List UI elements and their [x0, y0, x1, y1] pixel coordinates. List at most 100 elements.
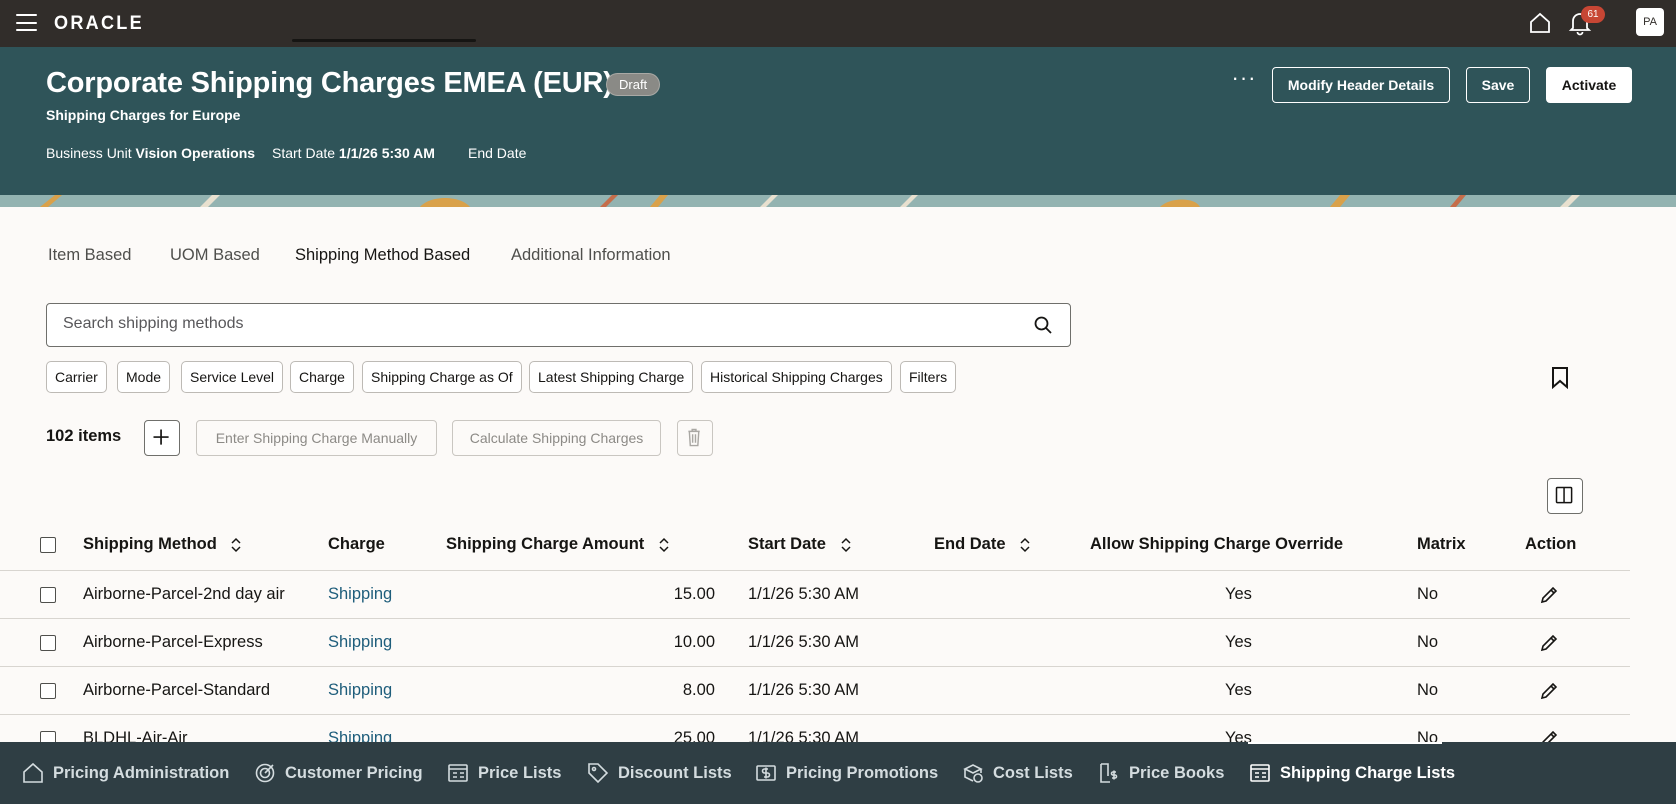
search-icon[interactable] — [1033, 315, 1053, 335]
business-unit-label: Business Unit — [46, 145, 132, 161]
promotion-icon — [756, 765, 776, 781]
nav-discount-lists[interactable]: Discount Lists — [587, 742, 732, 804]
matrix-cell: No — [1417, 585, 1439, 603]
nav-label: Price Books — [1129, 763, 1225, 782]
more-actions-button[interactable]: ··· — [1230, 67, 1258, 95]
nav-label: Discount Lists — [618, 763, 732, 782]
activate-button[interactable]: Activate — [1546, 67, 1632, 103]
modify-header-button[interactable]: Modify Header Details — [1272, 67, 1450, 103]
sort-icon[interactable] — [231, 537, 241, 553]
column-header-end-date[interactable]: End Date — [934, 535, 1030, 554]
row-checkbox[interactable] — [40, 635, 56, 651]
matrix-cell: No — [1417, 633, 1439, 651]
start-date-cell: 1/1/26 5:30 AM — [748, 681, 859, 699]
amount-cell: 15.00 — [673, 585, 715, 603]
nav-label: Shipping Charge Lists — [1280, 763, 1456, 782]
nav-pricing-administration[interactable]: Pricing Administration — [22, 742, 229, 804]
end-date: End Date — [468, 145, 526, 161]
nav-pricing-promotions[interactable]: Pricing Promotions — [755, 742, 938, 804]
table-row[interactable]: Airborne-Parcel-Standard Shipping 8.00 1… — [0, 667, 1630, 715]
global-header: ORACLE 61 PA — [0, 0, 1676, 47]
filter-charge[interactable]: Charge — [290, 361, 354, 393]
row-checkbox[interactable] — [40, 587, 56, 603]
nav-label: Customer Pricing — [285, 763, 423, 782]
save-button[interactable]: Save — [1466, 67, 1530, 103]
tab-additional-information[interactable]: Additional Information — [511, 246, 671, 265]
tab-uom-based[interactable]: UOM Based — [170, 246, 260, 265]
start-date-value: 1/1/26 5:30 AM — [338, 145, 435, 161]
row-checkbox[interactable] — [40, 683, 56, 699]
column-header-charge: Charge — [328, 535, 385, 553]
avatar[interactable]: PA — [1636, 8, 1664, 36]
column-header-action: Action — [1525, 535, 1577, 553]
page-header: Corporate Shipping Charges EMEA (EUR) Dr… — [0, 47, 1676, 195]
enter-shipping-charge-manually-button[interactable]: Enter Shipping Charge Manually — [196, 420, 437, 456]
price-book-icon — [1100, 763, 1118, 783]
override-cell: Yes — [1225, 585, 1252, 603]
trash-icon — [688, 428, 700, 447]
nav-price-books[interactable]: Price Books — [1098, 742, 1224, 804]
table-header: Shipping Method Charge Shipping Charge A… — [0, 520, 1630, 571]
tab-shipping-method-based[interactable]: Shipping Method Based — [295, 246, 470, 265]
column-header-shipping-method[interactable]: Shipping Method — [83, 535, 241, 554]
nav-customer-pricing[interactable]: Customer Pricing — [254, 742, 423, 804]
nav-shipping-charge-lists[interactable]: Shipping Charge Lists — [1249, 742, 1455, 804]
home-icon — [23, 762, 43, 783]
column-header-start-date[interactable]: Start Date — [748, 535, 851, 554]
override-cell: Yes — [1225, 633, 1252, 651]
bookmark-icon[interactable] — [1551, 367, 1569, 389]
filter-latest-shipping-charge[interactable]: Latest Shipping Charge — [529, 361, 694, 393]
tab-item-based[interactable]: Item Based — [48, 246, 131, 265]
table-row[interactable]: Airborne-Parcel-Express Shipping 10.00 1… — [0, 619, 1630, 667]
column-layout-button[interactable] — [1547, 478, 1583, 514]
filter-service-level[interactable]: Service Level — [181, 361, 284, 393]
column-header-allow-override: Allow Shipping Charge Override — [1090, 535, 1344, 553]
sort-icon[interactable] — [841, 537, 851, 553]
edit-icon[interactable] — [1539, 681, 1559, 701]
nav-label: Cost Lists — [993, 763, 1073, 782]
start-date: Start Date 1/1/26 5:30 AM — [272, 145, 435, 161]
plus-icon — [153, 429, 169, 445]
column-header-label: Start Date — [748, 535, 826, 553]
amount-cell: 8.00 — [682, 681, 715, 699]
calculate-shipping-charges-button[interactable]: Calculate Shipping Charges — [452, 420, 661, 456]
matrix-cell: No — [1417, 681, 1439, 699]
charge-link[interactable]: Shipping — [328, 633, 392, 652]
charge-link[interactable]: Shipping — [328, 681, 392, 700]
menu-icon[interactable] — [16, 14, 37, 31]
table-row[interactable]: Airborne-Parcel-2nd day air Shipping 15.… — [0, 571, 1630, 619]
sort-icon[interactable] — [1020, 537, 1030, 553]
add-button[interactable] — [144, 420, 180, 456]
active-tab-indicator — [292, 39, 476, 42]
start-date-cell: 1/1/26 5:30 AM — [748, 633, 859, 651]
column-header-label: Shipping Charge Amount — [446, 535, 645, 553]
filter-historical-shipping-charges[interactable]: Historical Shipping Charges — [701, 361, 892, 393]
decorative-banner — [0, 195, 1676, 207]
edit-icon[interactable] — [1539, 585, 1559, 605]
column-header-label: End Date — [934, 535, 1006, 553]
active-nav-indicator — [1248, 742, 1442, 744]
column-header-amount[interactable]: Shipping Charge Amount — [446, 535, 669, 554]
page-title: Corporate Shipping Charges EMEA (EUR) — [46, 67, 613, 99]
end-date-label: End Date — [468, 145, 527, 161]
delete-button[interactable] — [677, 420, 713, 456]
nav-cost-lists[interactable]: Cost Lists — [962, 742, 1073, 804]
search-box — [46, 303, 1071, 347]
filter-mode[interactable]: Mode — [117, 361, 171, 393]
filter-filters[interactable]: Filters — [900, 361, 957, 393]
nav-label: Pricing Promotions — [786, 763, 939, 782]
override-cell: Yes — [1225, 681, 1252, 699]
nav-price-lists[interactable]: Price Lists — [447, 742, 561, 804]
edit-icon[interactable] — [1539, 633, 1559, 653]
select-all-checkbox[interactable] — [40, 537, 56, 553]
filter-shipping-charge-as-of[interactable]: Shipping Charge as Of — [362, 361, 522, 393]
business-unit-value: Vision Operations — [135, 145, 256, 161]
filter-carrier[interactable]: Carrier — [46, 361, 107, 393]
home-icon[interactable] — [1528, 11, 1552, 35]
search-input[interactable] — [63, 315, 963, 333]
charge-link[interactable]: Shipping — [328, 585, 392, 604]
sort-icon[interactable] — [659, 537, 669, 553]
nav-label: Pricing Administration — [53, 763, 230, 782]
start-date-label: Start Date — [272, 145, 336, 161]
shipping-method-cell: Airborne-Parcel-Standard — [83, 681, 271, 699]
